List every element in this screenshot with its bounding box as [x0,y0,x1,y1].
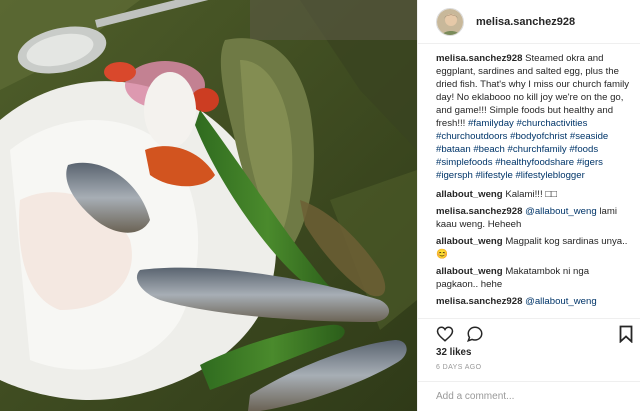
comment-text: Kalami!!! □□ [505,189,557,200]
avatar[interactable] [436,7,464,36]
comment-item: allabout_weng Magpalit kog sardinas unya… [436,235,631,261]
post-photo[interactable] [0,0,417,411]
comment-username[interactable]: melisa.sanchez928 [436,296,522,307]
bookmark-icon[interactable] [619,325,633,344]
instagram-post: melisa.sanchez928 melisa.sanchez928 Stea… [0,0,640,411]
heart-icon[interactable] [436,325,454,343]
comment-item: allabout_weng Kalami!!! □□ [436,188,631,201]
comment-icon[interactable] [466,325,484,343]
action-bar [418,318,640,344]
comment-username[interactable]: allabout_weng [436,266,503,277]
comment-item: allabout_weng Makatambok ni nga pagkaon.… [436,265,631,291]
comment-mention[interactable]: @allabout_weng [525,206,597,217]
comment-username[interactable]: allabout_weng [436,189,503,200]
comment-mention[interactable]: @allabout_weng [525,296,597,307]
header-username[interactable]: melisa.sanchez928 [476,16,575,28]
comment-username[interactable]: allabout_weng [436,236,503,247]
caption: melisa.sanchez928 Steamed okra and eggpl… [436,52,631,182]
comments-list: melisa.sanchez928 Steamed okra and eggpl… [418,52,640,316]
avatar-image [437,8,463,35]
post-sidebar: melisa.sanchez928 melisa.sanchez928 Stea… [417,0,640,411]
post-header: melisa.sanchez928 [418,0,640,44]
comment-username[interactable]: melisa.sanchez928 [436,206,522,217]
comment-item: melisa.sanchez928 @allabout_weng [436,295,631,308]
food-photo [0,0,417,411]
caption-username[interactable]: melisa.sanchez928 [436,53,522,64]
add-comment-bar [418,381,640,411]
comment-item: melisa.sanchez928 @allabout_weng lami ka… [436,205,631,231]
comment-input[interactable] [436,391,616,402]
post-time[interactable]: 6 DAYS AGO [436,364,482,371]
likes-count[interactable]: 32 likes [436,347,471,358]
